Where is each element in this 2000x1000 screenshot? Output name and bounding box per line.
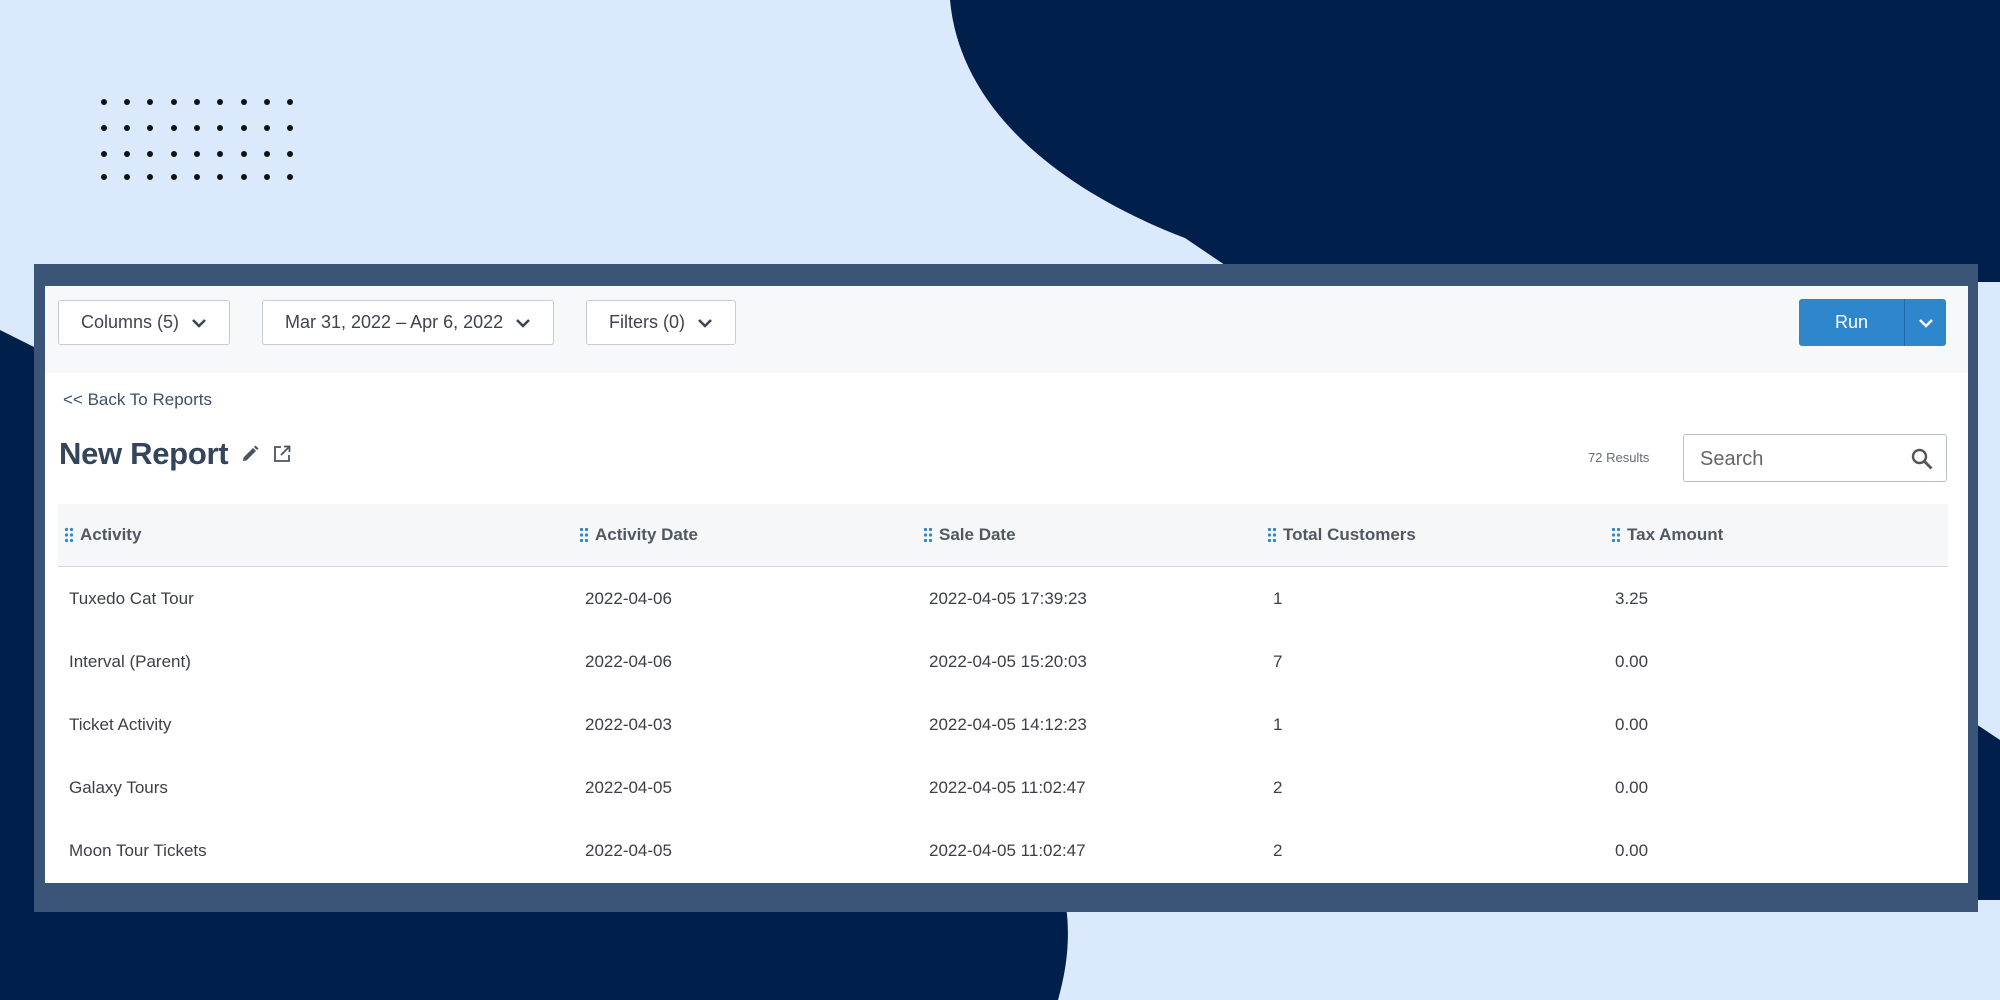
cell-sale-date: 2022-04-05 14:12:23	[929, 714, 1087, 734]
column-header-tax-amount[interactable]: Tax Amount	[1611, 504, 1723, 566]
cell-sale-date: 2022-04-05 17:39:23	[929, 588, 1087, 608]
cell-activity: Tuxedo Cat Tour	[69, 588, 194, 608]
cell-activity: Ticket Activity	[69, 714, 172, 734]
cell-total-customers: 1	[1273, 588, 1283, 608]
search-input[interactable]	[1698, 443, 1902, 475]
cell-total-customers: 2	[1273, 777, 1283, 797]
cell-activity-date: 2022-04-05	[585, 840, 672, 860]
table-row[interactable]: Moon Tour Tickets 2022-04-05 2022-04-05 …	[58, 819, 1948, 882]
search-box	[1683, 434, 1947, 482]
filters-dropdown[interactable]: Filters (0)	[586, 300, 736, 345]
drag-handle-icon[interactable]	[579, 527, 589, 543]
chevron-down-icon	[1918, 318, 1933, 328]
column-header-label: Tax Amount	[1627, 525, 1724, 544]
table-header: Activity Activity Date Sale Date Total C…	[58, 504, 1948, 567]
search-icon[interactable]	[1910, 447, 1934, 471]
column-header-label: Activity Date	[595, 525, 698, 544]
cell-activity-date: 2022-04-06	[585, 588, 672, 608]
cell-total-customers: 2	[1273, 840, 1283, 860]
date-range-label: Mar 31, 2022 – Apr 6, 2022	[285, 312, 504, 332]
column-header-total-customers[interactable]: Total Customers	[1267, 504, 1416, 566]
report-table: Activity Activity Date Sale Date Total C…	[58, 504, 1948, 882]
results-count: 72 Results	[1588, 450, 1650, 465]
table-row[interactable]: Tuxedo Cat Tour 2022-04-06 2022-04-05 17…	[58, 567, 1948, 630]
date-range-dropdown[interactable]: Mar 31, 2022 – Apr 6, 2022	[262, 300, 555, 345]
cell-tax-amount: 0.00	[1615, 651, 1649, 671]
column-header-label: Activity	[80, 525, 142, 544]
report-toolbar: Columns (5) Mar 31, 2022 – Apr 6, 2022 F…	[45, 286, 1968, 373]
cell-activity-date: 2022-04-03	[585, 714, 672, 734]
report-panel: Columns (5) Mar 31, 2022 – Apr 6, 2022 F…	[45, 286, 1968, 883]
cell-tax-amount: 3.25	[1615, 588, 1649, 608]
chevron-down-icon	[698, 318, 712, 328]
drag-handle-icon[interactable]	[64, 527, 74, 543]
cell-activity-date: 2022-04-06	[585, 651, 672, 671]
column-header-sale-date[interactable]: Sale Date	[923, 504, 1016, 566]
columns-label: Columns (5)	[81, 312, 180, 332]
filters-label: Filters (0)	[609, 312, 685, 332]
run-button-group: Run	[1799, 299, 1946, 346]
chevron-down-icon	[516, 318, 531, 328]
column-header-label: Sale Date	[939, 525, 1016, 544]
external-link-icon[interactable]	[272, 444, 292, 464]
cell-activity: Moon Tour Tickets	[69, 840, 207, 860]
drag-handle-icon[interactable]	[923, 527, 933, 543]
run-options-button[interactable]	[1905, 299, 1946, 346]
back-to-reports-link[interactable]: << Back To Reports	[63, 390, 212, 410]
cell-tax-amount: 0.00	[1615, 777, 1649, 797]
cell-sale-date: 2022-04-05 11:02:47	[929, 777, 1086, 797]
cell-sale-date: 2022-04-05 11:02:47	[929, 840, 1086, 860]
run-button[interactable]: Run	[1799, 299, 1905, 346]
cell-tax-amount: 0.00	[1615, 714, 1649, 734]
table-row[interactable]: Interval (Parent) 2022-04-06 2022-04-05 …	[58, 630, 1948, 693]
table-row[interactable]: Ticket Activity 2022-04-03 2022-04-05 14…	[58, 693, 1948, 756]
cell-activity: Galaxy Tours	[69, 777, 168, 797]
pencil-icon[interactable]	[240, 444, 260, 464]
cell-total-customers: 7	[1273, 651, 1283, 671]
decorative-dots	[101, 99, 293, 180]
cell-sale-date: 2022-04-05 15:20:03	[929, 651, 1087, 671]
cell-tax-amount: 0.00	[1615, 840, 1649, 860]
column-header-activity-date[interactable]: Activity Date	[579, 504, 698, 566]
column-header-activity[interactable]: Activity	[64, 504, 141, 566]
page-title: New Report	[59, 436, 229, 471]
cell-total-customers: 1	[1273, 714, 1283, 734]
drag-handle-icon[interactable]	[1611, 527, 1621, 543]
drag-handle-icon[interactable]	[1267, 527, 1277, 543]
cell-activity-date: 2022-04-05	[585, 777, 672, 797]
chevron-down-icon	[192, 318, 206, 328]
column-header-label: Total Customers	[1283, 525, 1416, 544]
report-title-row: New Report	[59, 436, 292, 472]
table-row[interactable]: Galaxy Tours 2022-04-05 2022-04-05 11:02…	[58, 756, 1948, 819]
cell-activity: Interval (Parent)	[69, 651, 191, 671]
columns-dropdown[interactable]: Columns (5)	[58, 300, 231, 345]
